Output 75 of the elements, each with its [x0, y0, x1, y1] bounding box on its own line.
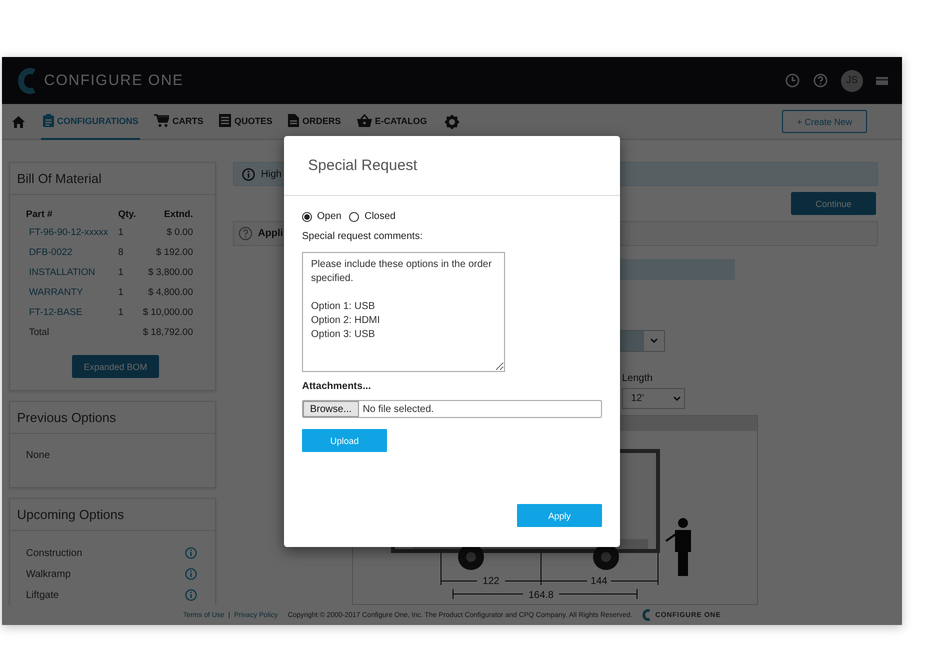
- card-title: Bill Of Material: [10, 163, 215, 195]
- part-link[interactable]: FT-12-BASE: [26, 303, 116, 323]
- field-label: Length: [622, 373, 654, 384]
- upload-button[interactable]: Upload: [302, 429, 387, 452]
- clipboard-icon: [43, 114, 54, 127]
- table-cell-text: 8: [117, 246, 124, 260]
- help-icon[interactable]: [238, 226, 253, 241]
- total-value: $ 18,792.00: [142, 326, 194, 340]
- browse-button[interactable]: Browse...: [303, 401, 359, 417]
- option-text: Construction: [26, 548, 82, 558]
- dimension-label: 164.8: [528, 590, 554, 601]
- table-cell-text: $ 4,800.00: [147, 286, 194, 300]
- expanded-bom-button[interactable]: Expanded BOM: [72, 355, 160, 378]
- logo-icon: [17, 68, 37, 94]
- column-header: Part #: [26, 208, 54, 222]
- brand-name: CONFIGURE ONE: [44, 72, 184, 89]
- part-link[interactable]: INSTALLATION: [26, 263, 116, 283]
- comments-field[interactable]: Please include these options in the order specified. Option 1: USB Option 2: HDMI Option 3: USB: [302, 252, 505, 372]
- card-title: Previous Options: [10, 402, 215, 434]
- column-header: Qty.: [117, 208, 137, 222]
- settings-icon[interactable]: [445, 114, 460, 128]
- logo-icon: [642, 609, 652, 621]
- nav-tab[interactable]: ORDERS: [286, 104, 343, 140]
- info-icon[interactable]: [185, 547, 197, 559]
- option-text: None: [26, 450, 51, 461]
- home-icon[interactable]: [12, 116, 25, 128]
- question-text: Appli: [258, 228, 283, 239]
- nav-tab[interactable]: E-CATALOG: [354, 104, 430, 140]
- create-new-button[interactable]: + Create New: [782, 110, 867, 133]
- nav-tab[interactable]: QUOTES: [217, 104, 274, 140]
- dialog-title: Special Request: [308, 157, 418, 174]
- nav-tab[interactable]: CARTS: [152, 104, 206, 140]
- dimension-label: 144: [590, 576, 608, 587]
- person-icon: [665, 518, 691, 576]
- table-cell-text: $ 3,800.00: [147, 266, 194, 280]
- info-icon[interactable]: [185, 589, 197, 601]
- card-icon[interactable]: [876, 76, 888, 84]
- table-cell-text: $ 10,000.00: [142, 306, 194, 320]
- table-cell-text: $ 0.00: [166, 226, 194, 240]
- continue-button[interactable]: Continue: [791, 192, 876, 215]
- part-link[interactable]: FT-96-90-12-xxxxx: [26, 223, 116, 243]
- option-text: Walkramp: [26, 568, 71, 580]
- document-icon: [288, 114, 300, 127]
- info-icon: [242, 168, 255, 180]
- option-text: Liftgate: [26, 590, 59, 600]
- radio-label: Open: [317, 211, 342, 222]
- table-cell-text: $ 192.00: [155, 246, 194, 260]
- field-label: Special request comments:: [302, 231, 424, 242]
- radio-button[interactable]: [302, 212, 312, 222]
- column-header: Extnd.: [162, 208, 194, 222]
- info-icon[interactable]: [185, 568, 197, 580]
- part-link[interactable]: WARRANTY: [26, 283, 116, 303]
- table-cell-text: 1: [117, 226, 124, 240]
- table-cell-text: 1: [117, 286, 124, 300]
- table-cell-text: 1: [117, 306, 124, 320]
- clock-icon[interactable]: [785, 73, 800, 88]
- file-status-text: No file selected.: [362, 404, 434, 414]
- radio-label: Closed: [364, 211, 396, 222]
- radio-button[interactable]: [349, 212, 360, 222]
- cart-icon: [154, 114, 170, 127]
- field-label: Attachments...: [302, 381, 372, 392]
- dimension-label: 122: [482, 576, 500, 587]
- table-cell-text: 1: [117, 266, 124, 280]
- chevron-icon: [673, 396, 681, 402]
- file-input[interactable]: Browse... No file selected.: [302, 400, 602, 418]
- help-icon[interactable]: [813, 73, 828, 88]
- apply-button[interactable]: Apply: [517, 504, 602, 527]
- total-label: Total: [28, 326, 50, 340]
- list-icon: [219, 114, 232, 127]
- basket-icon: [356, 114, 372, 127]
- part-link[interactable]: DFB-0022: [26, 243, 116, 263]
- chevron-icon: [650, 338, 658, 344]
- length-dropdown[interactable]: 12': [622, 388, 685, 409]
- banner-text: High: [261, 168, 282, 180]
- card-title: Upcoming Options: [10, 499, 215, 531]
